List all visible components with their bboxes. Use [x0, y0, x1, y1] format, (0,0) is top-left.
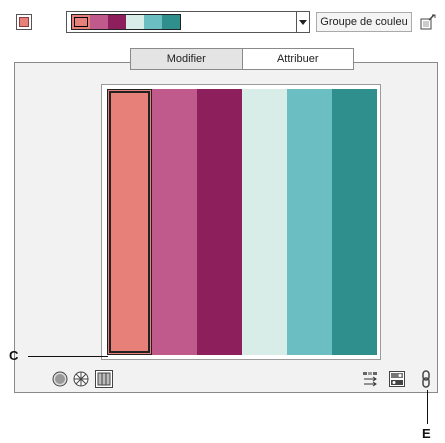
tab-modify[interactable]: Modifier	[131, 49, 243, 69]
tab-bar: Modifier Attribuer	[130, 48, 354, 70]
color-bar[interactable]	[287, 89, 332, 355]
color-group-chips	[71, 14, 181, 30]
shuffle-colors-icon[interactable]	[362, 371, 382, 387]
new-group-icon[interactable]	[420, 14, 436, 30]
callout-c-line	[28, 356, 108, 357]
tab-assign[interactable]: Attribuer	[243, 49, 354, 69]
randomize-saturation-icon[interactable]	[389, 371, 405, 387]
color-group-chip[interactable]	[90, 15, 108, 29]
active-color-fill	[19, 17, 29, 27]
color-group-chip[interactable]	[108, 15, 126, 29]
bars-view-icon[interactable]	[95, 370, 113, 388]
callout-c-label: C	[9, 348, 19, 363]
color-bar[interactable]	[332, 89, 377, 355]
color-bars[interactable]	[107, 89, 377, 355]
color-group-strip[interactable]	[66, 11, 310, 33]
color-bar[interactable]	[152, 89, 197, 355]
color-group-chip[interactable]	[72, 15, 90, 29]
callout-e-line	[427, 390, 428, 424]
active-color-swatch[interactable]	[16, 14, 32, 30]
color-bar[interactable]	[197, 89, 242, 355]
color-wheel-icon[interactable]	[73, 371, 89, 387]
hsb-circle-icon[interactable]	[52, 371, 68, 387]
color-group-chip[interactable]	[144, 15, 162, 29]
color-bar[interactable]	[242, 89, 287, 355]
link-harmony-icon[interactable]	[421, 370, 431, 388]
color-group-dropdown[interactable]	[296, 11, 310, 33]
color-group-chip[interactable]	[162, 15, 180, 29]
color-bar[interactable]	[107, 89, 152, 355]
color-group-button[interactable]: Groupe de couleu	[316, 12, 412, 32]
color-group-chip[interactable]	[126, 15, 144, 29]
callout-e-label: E	[422, 426, 431, 441]
